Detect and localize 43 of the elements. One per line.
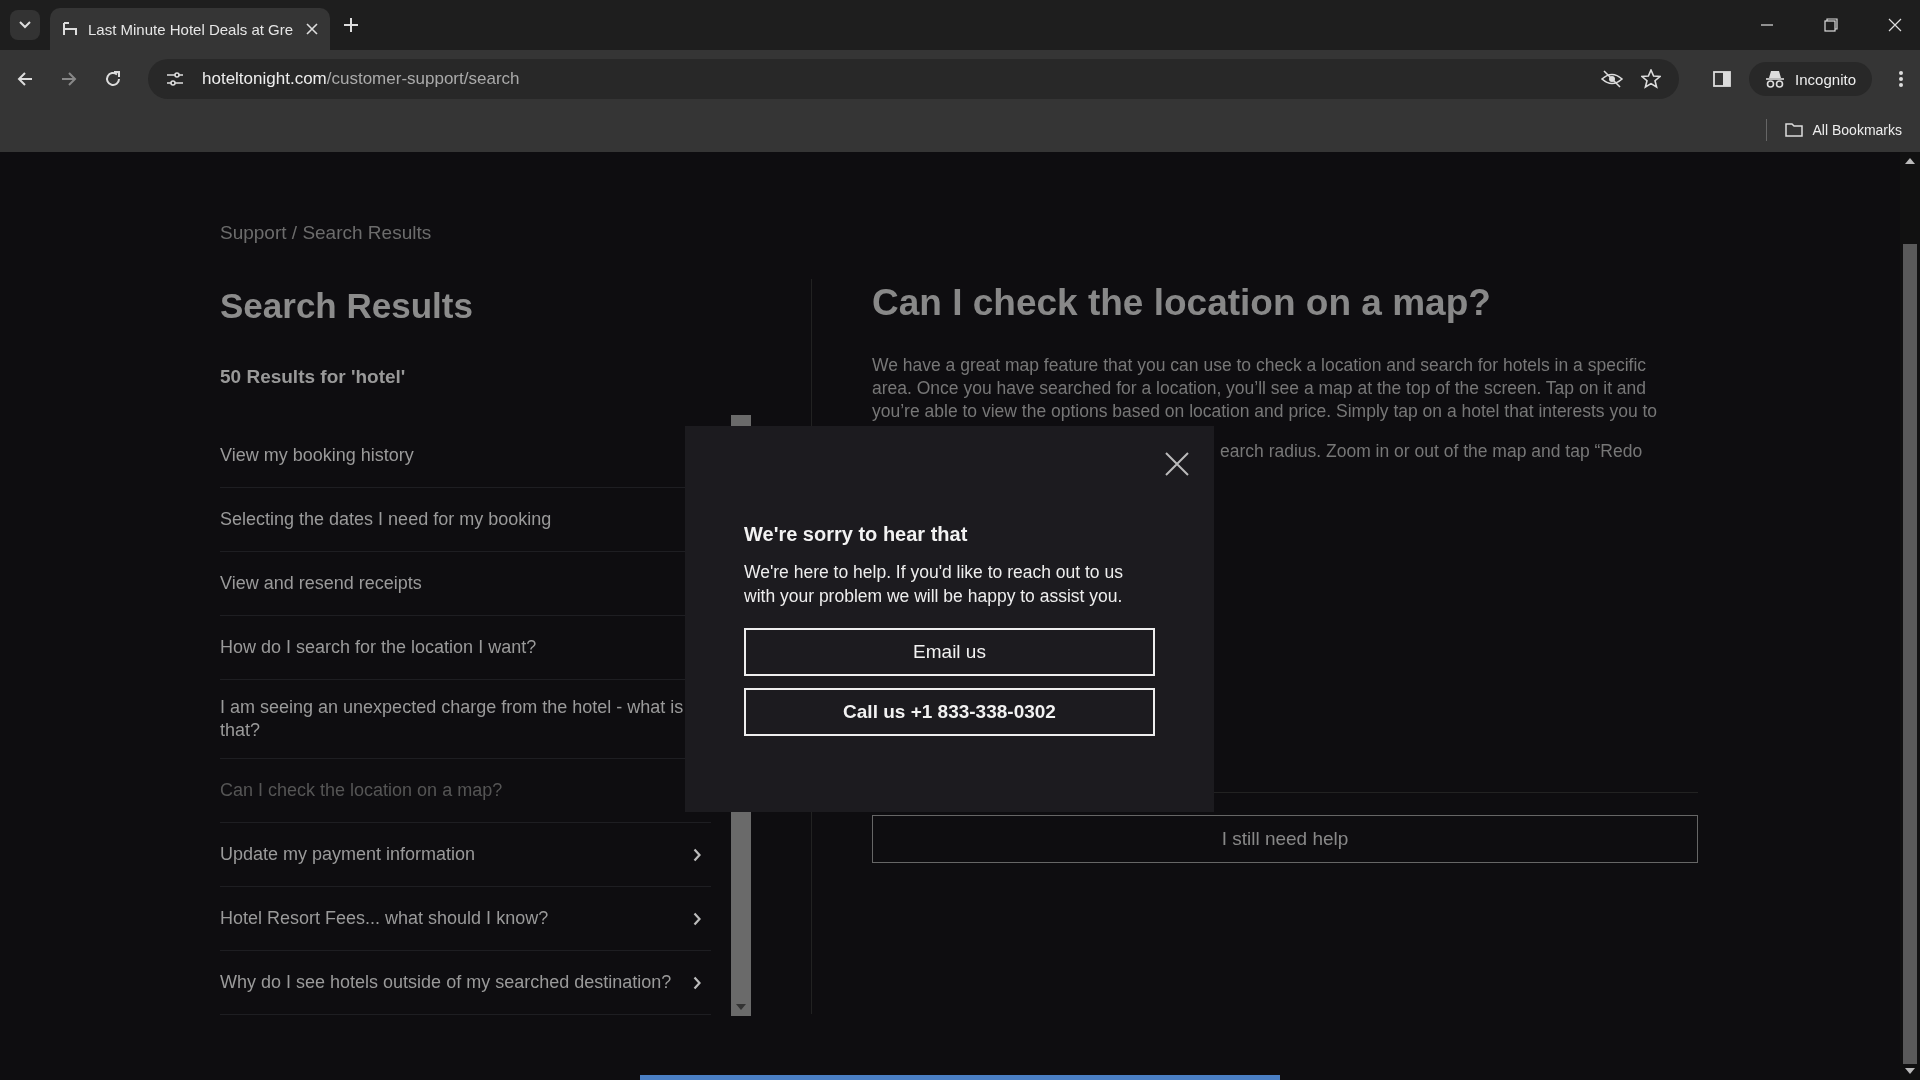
result-item[interactable]: Update my payment information bbox=[220, 823, 711, 887]
forward-icon[interactable] bbox=[60, 70, 78, 88]
dialog-text: We're here to help. If you'd like to reach out to us with your problem we will be happy to assist you. bbox=[744, 561, 1124, 608]
site-settings-icon[interactable] bbox=[166, 71, 184, 87]
close-icon[interactable] bbox=[1888, 18, 1902, 32]
reload-icon[interactable] bbox=[104, 70, 122, 88]
hotel-logo-icon bbox=[62, 22, 78, 36]
article-text: earch radius. Zoom in or out of the map and tap “Redo bbox=[1220, 441, 1644, 462]
folder-icon bbox=[1784, 123, 1803, 137]
call-button[interactable]: Call us +1 833-338-0302 bbox=[744, 688, 1155, 736]
restore-icon[interactable] bbox=[1824, 18, 1838, 32]
article-text: area. Once you have searched for a location, you’ll see a map at the top of the screen. Tap on it and bbox=[872, 377, 1648, 400]
results-count: 50 Results for 'hotel' bbox=[220, 366, 407, 388]
close-icon[interactable] bbox=[306, 23, 318, 35]
scroll-down-icon[interactable] bbox=[1905, 1068, 1915, 1074]
still-need-help-button[interactable]: I still need help bbox=[872, 815, 1698, 863]
browser-tab[interactable]: Last Minute Hotel Deals at Gre bbox=[50, 8, 330, 50]
tab-title: Last Minute Hotel Deals at Gre bbox=[88, 20, 295, 38]
article-text: We have a great map feature that you can use to check a location and search for hotels in a specific bbox=[872, 354, 1648, 377]
page-scrollbar[interactable] bbox=[1900, 152, 1920, 1080]
incognito-icon bbox=[1765, 70, 1786, 88]
chevron-down-icon bbox=[19, 21, 31, 29]
close-icon[interactable] bbox=[1164, 451, 1190, 477]
breadcrumb: Support / Search Results bbox=[220, 222, 433, 244]
bookmarks-folder[interactable]: All Bookmarks bbox=[1784, 122, 1902, 138]
dialog-title: We're sorry to hear that bbox=[744, 523, 969, 546]
new-tab-icon[interactable] bbox=[344, 18, 358, 32]
result-item[interactable]: Hotel Resort Fees... what should I know? bbox=[220, 887, 711, 951]
star-icon[interactable] bbox=[1641, 69, 1662, 89]
address-bar[interactable]: hoteltonight.com/customer-support/search bbox=[148, 59, 1680, 99]
menu-icon[interactable] bbox=[1898, 70, 1904, 88]
back-icon[interactable] bbox=[16, 70, 34, 88]
eye-slash-icon[interactable] bbox=[1601, 70, 1624, 88]
page-title: Search Results bbox=[220, 286, 474, 326]
scroll-up-icon[interactable] bbox=[1905, 158, 1915, 164]
incognito-button[interactable]: Incognito bbox=[1749, 62, 1872, 96]
side-panel-icon[interactable] bbox=[1713, 70, 1732, 88]
article-title: Can I check the location on a map? bbox=[872, 282, 1492, 324]
url-text: hoteltonight.com/customer-support/search bbox=[202, 69, 520, 89]
email-button[interactable]: Email us bbox=[744, 628, 1155, 676]
tab-search-button[interactable] bbox=[10, 10, 40, 40]
article-text: you’re able to view the options based on location and price. Simply tap on a hotel that interests you to bbox=[872, 400, 1659, 423]
result-item[interactable]: Why do I see hotels outside of my searched destination? bbox=[220, 951, 711, 1015]
